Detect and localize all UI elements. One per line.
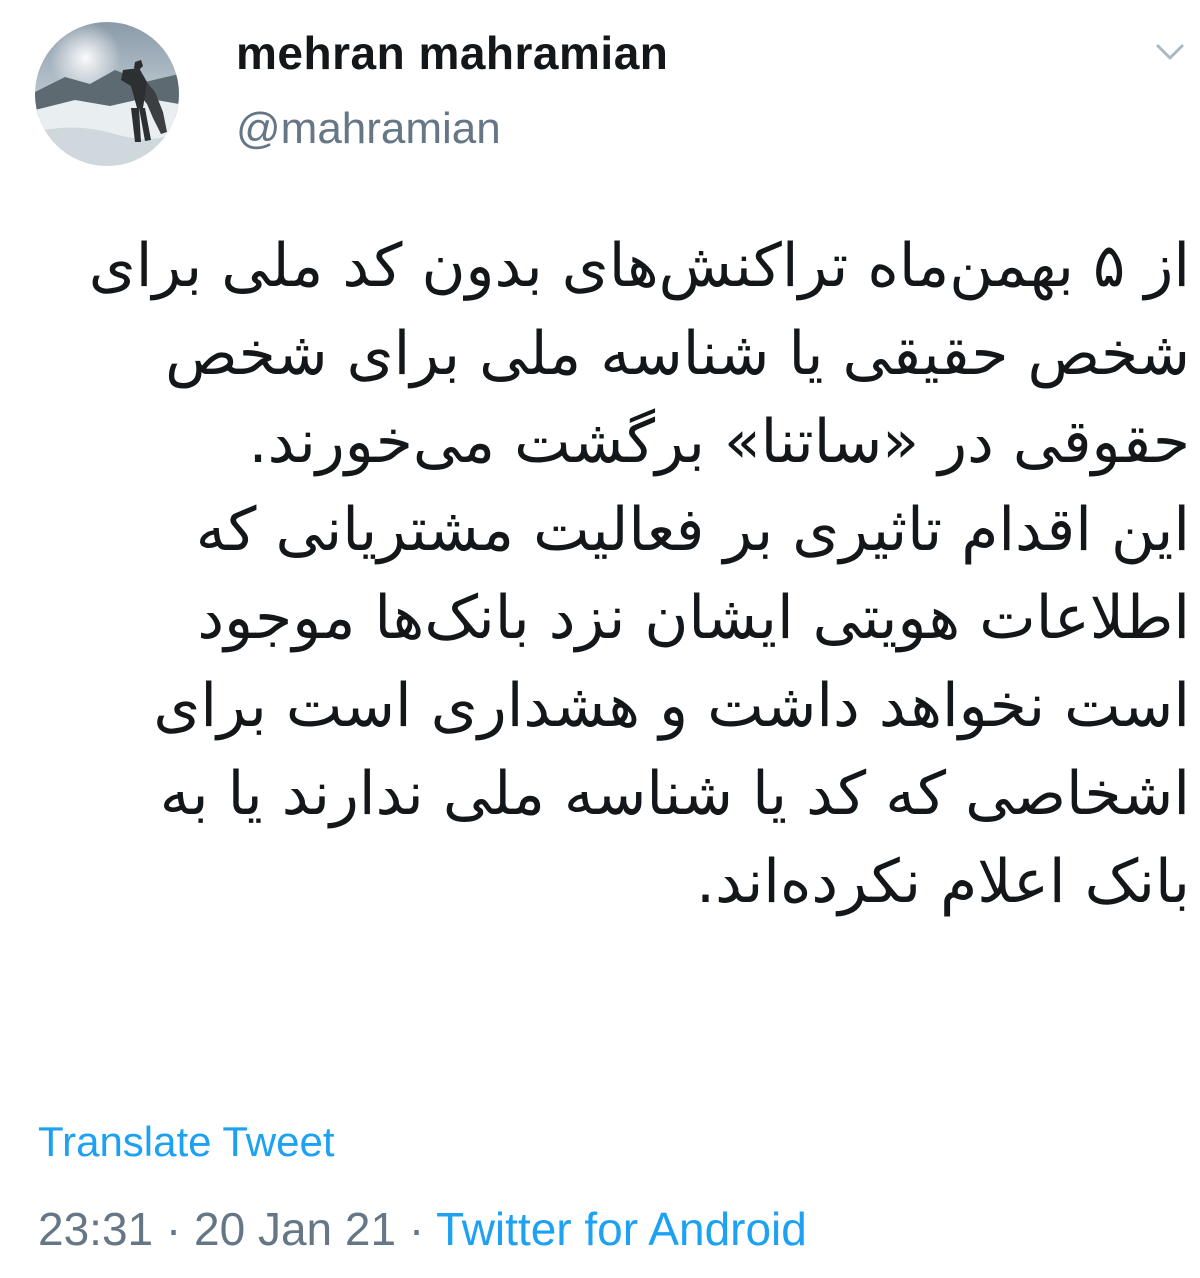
tweet-card: mehran mahramian @mahramian از ۵ بهمن‌ما… bbox=[0, 0, 1200, 1278]
tweet-source-link[interactable]: Twitter for Android bbox=[436, 1203, 807, 1255]
tweet-text-line: حقوقی در «ساتنا» برگشت می‌خورند. bbox=[248, 407, 1190, 477]
profile-photo-icon bbox=[35, 22, 179, 166]
tweet-metadata: 23:31 · 20 Jan 21 · Twitter for Android bbox=[38, 1202, 807, 1256]
meta-separator: · bbox=[153, 1203, 195, 1255]
chevron-down-icon[interactable] bbox=[1152, 40, 1188, 64]
translate-tweet-link[interactable]: Translate Tweet bbox=[38, 1118, 334, 1166]
tweet-text-line: اشخاصی که کد یا شناسه ملی ندارند یا به bbox=[159, 759, 1190, 829]
user-handle[interactable]: @mahramian bbox=[236, 104, 501, 154]
tweet-time[interactable]: 23:31 bbox=[38, 1203, 153, 1255]
tweet-text-line: بانک اعلام نکرده‌اند. bbox=[696, 847, 1190, 917]
display-name[interactable]: mehran mahramian bbox=[236, 26, 668, 80]
tweet-text-line: است نخواهد داشت و هشداری است برای bbox=[153, 671, 1190, 741]
tweet-text-line: اطلاعات هویتی ایشان نزد بانک‌ها موجود bbox=[197, 583, 1190, 653]
avatar[interactable] bbox=[35, 22, 179, 166]
tweet-text-line: شخص حقیقی یا شناسه ملی برای شخص bbox=[165, 319, 1190, 389]
tweet-text: از ۵ بهمن‌ماه تراکنش‌های بدون کد ملی برا… bbox=[20, 222, 1190, 926]
meta-separator: · bbox=[396, 1203, 437, 1255]
tweet-date[interactable]: 20 Jan 21 bbox=[194, 1203, 396, 1255]
tweet-text-line: این اقدام تاثیری بر فعالیت مشتریانی که bbox=[195, 495, 1190, 565]
tweet-text-line: از ۵ بهمن‌ماه تراکنش‌های بدون کد ملی برا… bbox=[88, 231, 1190, 301]
